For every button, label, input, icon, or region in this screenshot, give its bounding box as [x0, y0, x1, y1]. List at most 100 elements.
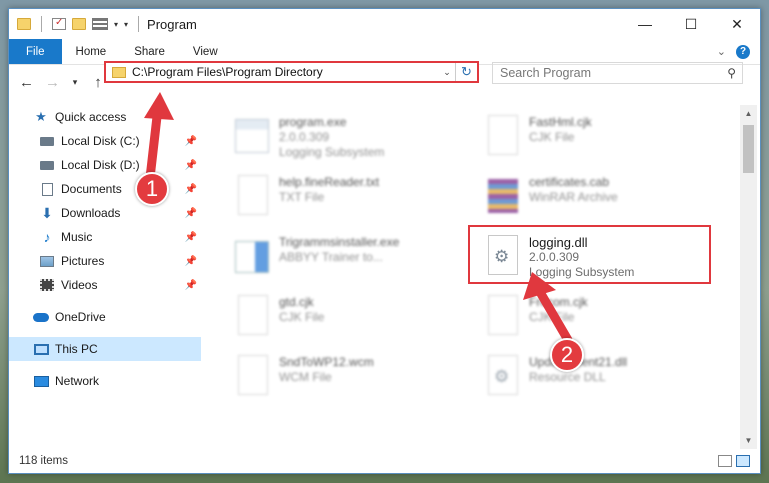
chevron-down-icon[interactable]: ⌄ — [439, 67, 455, 78]
file-name: program.exe — [279, 115, 347, 129]
pin-icon[interactable]: 📌 — [185, 184, 197, 195]
file-name: SndToWP12.wcm — [279, 355, 374, 369]
scroll-down-icon[interactable]: ▼ — [740, 432, 757, 449]
file-item-frecom-cjk[interactable]: Frecom.cjk CJK File — [485, 295, 715, 353]
properties-icon[interactable] — [52, 17, 66, 30]
search-icon[interactable]: ⚲ — [727, 66, 736, 80]
installer-icon — [235, 235, 271, 279]
sidebar-item-label: Pictures — [61, 254, 105, 268]
generic-file-icon — [485, 115, 521, 159]
file-name: Trigrammsinstaller.exe — [279, 235, 400, 249]
refresh-icon[interactable]: ↻ — [455, 63, 477, 81]
pin-icon[interactable]: 📌 — [185, 160, 197, 171]
file-item-help-txt[interactable]: help.fineReader.txt TXT File — [235, 175, 465, 233]
pictures-icon — [39, 254, 55, 268]
sidebar-item-music[interactable]: ♪ Music 📌 — [9, 225, 201, 249]
dll-file-icon — [485, 355, 521, 399]
forward-button[interactable]: → — [45, 74, 60, 91]
maximize-button[interactable]: ☐ — [668, 9, 714, 39]
details-view-icon[interactable] — [718, 455, 732, 467]
minimize-button[interactable]: — — [622, 9, 668, 39]
sidebar-item-label: Quick access — [55, 110, 127, 124]
search-input[interactable]: Search Program ⚲ — [492, 62, 743, 84]
file-name: FastHml.cjk — [529, 115, 592, 129]
generic-file-icon — [235, 295, 271, 339]
downloads-icon: ⬇ — [41, 204, 53, 221]
chevron-down-icon[interactable]: ▾ — [114, 20, 118, 29]
sidebar-item-label: OneDrive — [55, 310, 106, 324]
generic-file-icon — [235, 355, 271, 399]
sidebar-item-local-disk-c[interactable]: Local Disk (C:) 📌 — [9, 129, 201, 153]
sidebar-item-label: Local Disk (D:) — [61, 158, 140, 172]
divider — [138, 16, 140, 32]
folder-icon — [112, 66, 126, 78]
file-type: Resource DLL — [529, 370, 606, 384]
tab-file[interactable]: File — [9, 39, 62, 64]
address-path[interactable]: C:\Program Files\Program Directory — [132, 65, 439, 79]
generic-file-icon — [485, 295, 521, 339]
drive-icon — [39, 134, 55, 148]
sidebar-item-label: Local Disk (C:) — [61, 134, 140, 148]
view-switcher — [718, 455, 760, 467]
item-count: 118 items — [19, 455, 69, 467]
onedrive-icon — [33, 310, 49, 324]
expand-ribbon-icon[interactable]: ⌄ — [717, 45, 726, 58]
file-item-gtd-cjk[interactable]: gtd.cjk CJK File — [235, 295, 465, 353]
ribbon-right: ⌄ ? — [717, 39, 760, 64]
pin-icon[interactable]: 📌 — [185, 280, 197, 291]
pin-icon[interactable]: 📌 — [185, 256, 197, 267]
sidebar-item-label: Documents — [61, 182, 122, 196]
archive-icon — [485, 175, 521, 219]
sidebar-item-documents[interactable]: Documents 📌 — [9, 177, 201, 201]
file-item-fasthml-cjk[interactable]: FastHml.cjk CJK File — [485, 115, 715, 173]
back-button[interactable]: ← — [19, 74, 34, 91]
search-placeholder: Search Program — [500, 66, 592, 80]
text-file-icon — [235, 175, 271, 219]
status-bar: 118 items — [9, 449, 760, 473]
tiles-view-icon[interactable] — [736, 455, 750, 467]
view-options-icon[interactable] — [92, 18, 108, 30]
star-icon: ★ — [35, 109, 47, 124]
this-pc-icon — [33, 342, 49, 356]
new-folder-icon[interactable] — [72, 18, 86, 30]
sidebar-item-network[interactable]: Network — [9, 369, 201, 393]
sidebar-item-downloads[interactable]: ⬇ Downloads 📌 — [9, 201, 201, 225]
pin-icon[interactable]: 📌 — [185, 208, 197, 219]
file-description: ABBYY Trainer to... — [279, 250, 383, 264]
sidebar-item-pictures[interactable]: Pictures 📌 — [9, 249, 201, 273]
file-item-installer-exe[interactable]: Trigrammsinstaller.exe ABBYY Trainer to.… — [235, 235, 465, 293]
sidebar-item-videos[interactable]: Videos 📌 — [9, 273, 201, 297]
navigation-pane: ★ Quick access Local Disk (C:) 📌 Local D… — [9, 105, 201, 447]
sidebar-item-this-pc[interactable]: This PC — [9, 337, 201, 361]
file-version: 2.0.0.309 — [279, 130, 330, 144]
file-type: CJK File — [279, 310, 325, 324]
pin-icon[interactable]: 📌 — [185, 136, 197, 147]
sidebar-item-label: Videos — [61, 278, 98, 292]
file-item-updateclient-dll[interactable]: UpdateClient21.dll Resource DLL — [485, 355, 715, 413]
file-name: help.fineReader.txt — [279, 175, 380, 189]
file-item-program-exe[interactable]: program.exe 2.0.0.309 Logging Subsystem — [235, 115, 465, 173]
close-button[interactable]: ✕ — [714, 9, 760, 39]
title-bar: ▾ ▾ Program — ☐ ✕ — [9, 9, 760, 39]
quick-access-toolbar: ▾ ▾ — [17, 16, 143, 32]
scrollbar-thumb[interactable] — [743, 125, 754, 173]
help-icon[interactable]: ? — [736, 44, 750, 59]
up-button[interactable]: ↑ — [91, 74, 105, 91]
window-controls: — ☐ ✕ — [622, 9, 760, 39]
recent-locations-icon[interactable]: ▾ — [71, 77, 79, 88]
highlight-box — [468, 225, 711, 284]
customize-toolbar-icon[interactable]: ▾ — [124, 20, 128, 29]
sidebar-item-label: Downloads — [61, 206, 121, 220]
sidebar-item-label: This PC — [55, 342, 98, 356]
music-icon: ♪ — [43, 229, 51, 245]
pin-icon[interactable]: 📌 — [185, 232, 197, 243]
file-item-sndtowp12-wcm[interactable]: SndToWP12.wcm WCM File — [235, 355, 465, 413]
address-bar[interactable]: C:\Program Files\Program Directory ⌄ ↻ — [104, 61, 479, 83]
sidebar-item-local-disk-d[interactable]: Local Disk (D:) 📌 — [9, 153, 201, 177]
sidebar-item-label: Music — [61, 230, 93, 244]
scroll-up-icon[interactable]: ▲ — [740, 105, 757, 122]
sidebar-item-onedrive[interactable]: OneDrive — [9, 305, 201, 329]
sidebar-item-quick-access[interactable]: ★ Quick access — [9, 105, 201, 129]
file-type: WinRAR Archive — [529, 190, 618, 204]
vertical-scrollbar[interactable]: ▲ ▼ — [740, 105, 757, 449]
